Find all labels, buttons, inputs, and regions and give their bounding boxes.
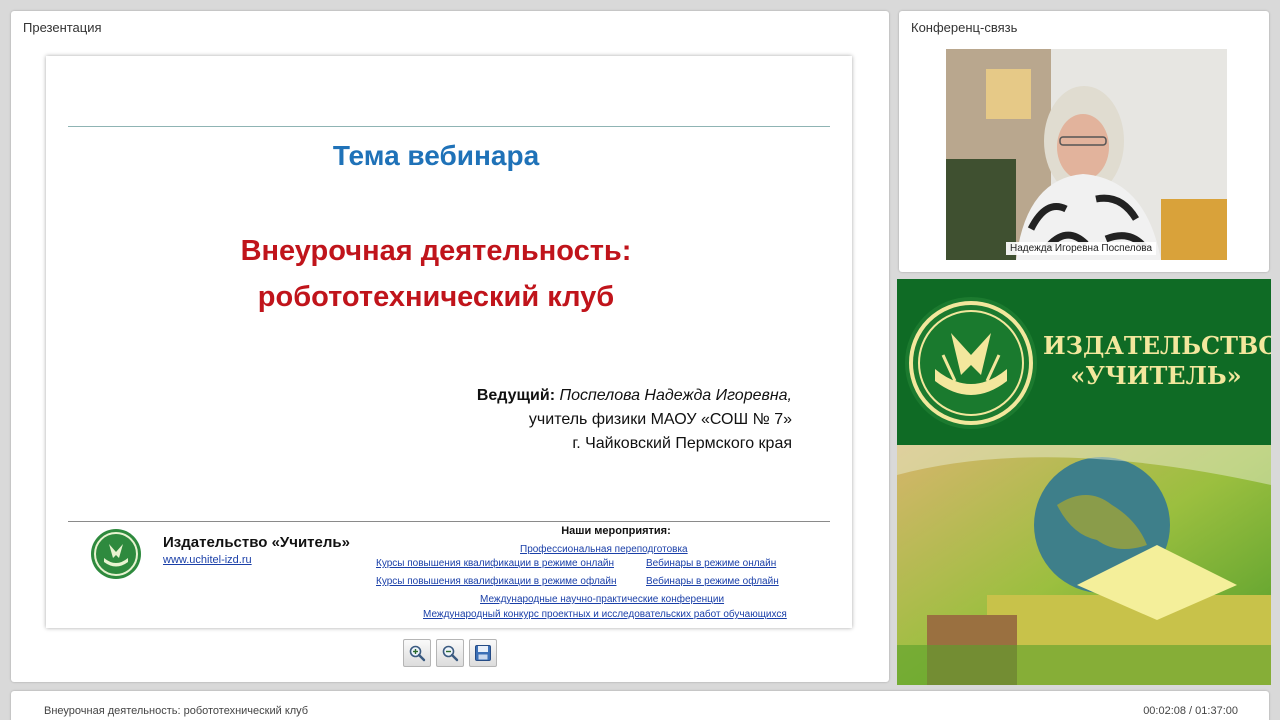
save-icon	[475, 645, 491, 661]
host-line3: г. Чайковский Пермского края	[572, 435, 792, 452]
host-line2: учитель физики МАОУ «СОШ № 7»	[528, 411, 792, 428]
status-webinar-title: Внеурочная деятельность: робототехническ…	[44, 705, 309, 717]
participant-name-label: Надежда Игоревна Поспелова	[1006, 242, 1157, 255]
conference-panel: Конференц-связь Надежда Игоревна Поспело…	[899, 11, 1269, 272]
zoom-out-icon	[442, 645, 459, 662]
event-link-courses-online[interactable]: Курсы повышения квалификации в режиме он…	[376, 558, 614, 569]
slide-topic: Тема вебинара	[332, 140, 540, 171]
publisher-banner-image	[897, 445, 1271, 685]
event-link-courses-offline[interactable]: Курсы повышения квалификации в режиме оф…	[376, 576, 616, 587]
event-link-webinars-offline[interactable]: Вебинары в режиме офлайн	[646, 576, 779, 587]
zoom-in-button[interactable]	[403, 639, 431, 667]
presentation-panel: Презентация Тема вебинара Внеурочная дея…	[11, 11, 889, 682]
publisher-banner-name: ИЗДАТЕЛЬСТВО «УЧИТЕЛЬ»	[1043, 331, 1271, 391]
publisher-emblem-icon	[905, 297, 1037, 429]
host-line1: Ведущий: Поспелова Надежда Игоревна,	[477, 384, 792, 408]
conference-panel-title: Конференц-связь	[911, 20, 1018, 35]
event-link-retraining[interactable]: Профессиональная переподготовка	[520, 544, 688, 555]
slide-bottom-rule	[68, 521, 830, 522]
publisher-url-link[interactable]: www.uchitel-izd.ru	[163, 554, 252, 566]
participant-video-frame-icon	[946, 49, 1227, 260]
host-name: Поспелова Надежда Игоревна,	[559, 387, 793, 404]
slide-title: Внеурочная деятельность: робототехническ…	[46, 228, 826, 320]
host-label: Ведущий:	[476, 387, 556, 404]
slide-title-line1: Внеурочная деятельность:	[240, 235, 632, 267]
publisher-banner: ИЗДАТЕЛЬСТВО «УЧИТЕЛЬ»	[897, 279, 1271, 685]
slide-host-info: Ведущий: Поспелова Надежда Игоревна, учи…	[477, 384, 792, 456]
brand-line1: ИЗДАТЕЛЬСТВО	[1043, 331, 1271, 360]
publisher-banner-top: ИЗДАТЕЛЬСТВО «УЧИТЕЛЬ»	[897, 279, 1271, 445]
books-globe-image-icon	[897, 445, 1271, 685]
status-bar: Внеурочная деятельность: робототехническ…	[11, 691, 1269, 720]
zoom-in-icon	[409, 645, 426, 662]
event-link-webinars-online[interactable]: Вебинары в режиме онлайн	[646, 558, 776, 569]
slide-top-rule	[68, 126, 830, 127]
slide-title-line2: робототехнический клуб	[257, 281, 615, 313]
playback-time: 00:02:08 / 01:37:00	[1143, 705, 1238, 717]
presentation-panel-title: Презентация	[23, 20, 102, 35]
zoom-out-button[interactable]	[436, 639, 464, 667]
participant-video: Надежда Игоревна Поспелова	[946, 49, 1227, 260]
brand-line2: «УЧИТЕЛЬ»	[1070, 361, 1242, 390]
slide: Тема вебинара Внеурочная деятельность: р…	[46, 56, 852, 628]
event-link-contest[interactable]: Международный конкурс проектных и исслед…	[423, 609, 787, 620]
event-link-conferences[interactable]: Международные научно-практические конфер…	[480, 594, 724, 605]
save-button[interactable]	[469, 639, 497, 667]
